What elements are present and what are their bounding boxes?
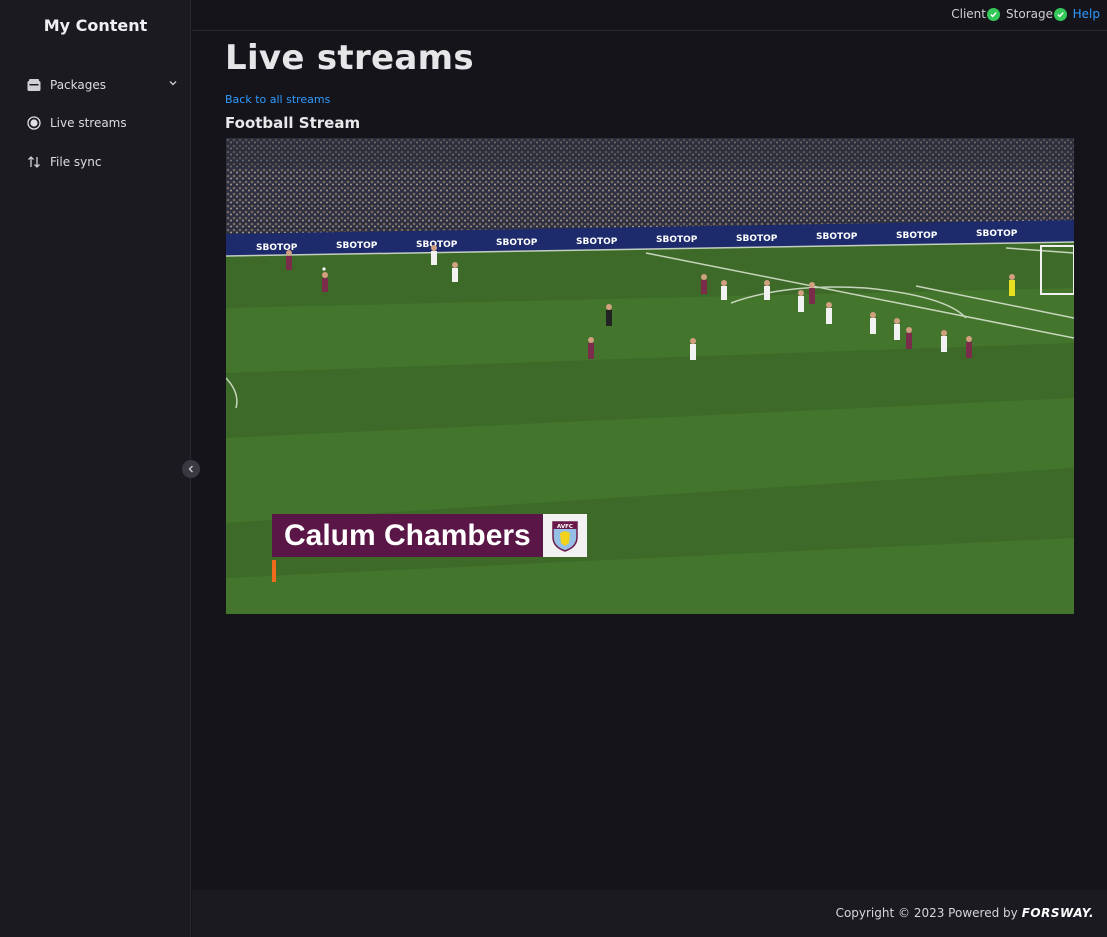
help-link[interactable]: Help <box>1073 7 1100 21</box>
svg-text:SBOTOP: SBOTOP <box>496 238 538 248</box>
lower-third-caption: Calum Chambers AVFC <box>272 514 587 582</box>
check-circle-icon <box>987 7 1000 21</box>
live-icon <box>26 115 42 131</box>
check-circle-icon <box>1054 7 1067 21</box>
copyright-text: Copyright © 2023 Powered by <box>835 906 1018 920</box>
svg-text:SBOTOP: SBOTOP <box>736 234 778 244</box>
sidebar-title: My Content <box>43 16 148 35</box>
sidebar-collapse-button[interactable] <box>182 460 200 478</box>
svg-text:SBOTOP: SBOTOP <box>816 232 858 242</box>
chevron-down-icon[interactable] <box>168 77 178 91</box>
footer: Copyright © 2023 Powered by FORSWAY. <box>192 890 1107 937</box>
stream-title: Football Stream <box>225 114 361 132</box>
svg-text:SBOTOP: SBOTOP <box>976 229 1018 239</box>
sidebar: My Content Packages Live streams File sy… <box>0 0 191 937</box>
crest-text: AVFC <box>557 524 573 530</box>
svg-text:SBOTOP: SBOTOP <box>656 235 698 245</box>
player-name: Calum Chambers <box>272 514 543 557</box>
sidebar-item-file-sync[interactable]: File sync <box>26 151 178 173</box>
sync-icon <box>26 154 42 170</box>
svg-text:SBOTOP: SBOTOP <box>576 237 618 247</box>
club-crest-icon: AVFC <box>542 514 587 557</box>
sidebar-item-packages[interactable]: Packages <box>26 74 178 96</box>
svg-text:SBOTOP: SBOTOP <box>336 241 378 251</box>
page-title: Live streams <box>225 38 474 78</box>
storage-label: Storage <box>1006 7 1053 21</box>
sidebar-item-label: File sync <box>50 155 102 169</box>
svg-text:SBOTOP: SBOTOP <box>896 231 938 241</box>
footer-copyright: Copyright © 2023 Powered by FORSWAY. <box>836 906 1094 920</box>
package-icon <box>26 77 42 93</box>
forsway-logo[interactable]: FORSWAY. <box>1022 906 1094 920</box>
back-to-streams-link[interactable]: Back to all streams <box>225 93 330 106</box>
topbar: Client Storage Help <box>192 0 1107 31</box>
video-player[interactable]: SBOTOP SBOTOP SBOTOP SBOTOP SBOTOP SBOTO… <box>226 138 1074 614</box>
storage-status: Storage <box>1006 7 1067 21</box>
sidebar-item-label: Live streams <box>50 116 127 130</box>
client-status: Client <box>951 7 1000 21</box>
client-label: Client <box>951 7 986 21</box>
caption-accent-bar <box>272 560 276 582</box>
chevron-left-icon <box>187 465 195 473</box>
sidebar-item-label: Packages <box>50 78 106 92</box>
sidebar-item-live-streams[interactable]: Live streams <box>26 112 178 134</box>
